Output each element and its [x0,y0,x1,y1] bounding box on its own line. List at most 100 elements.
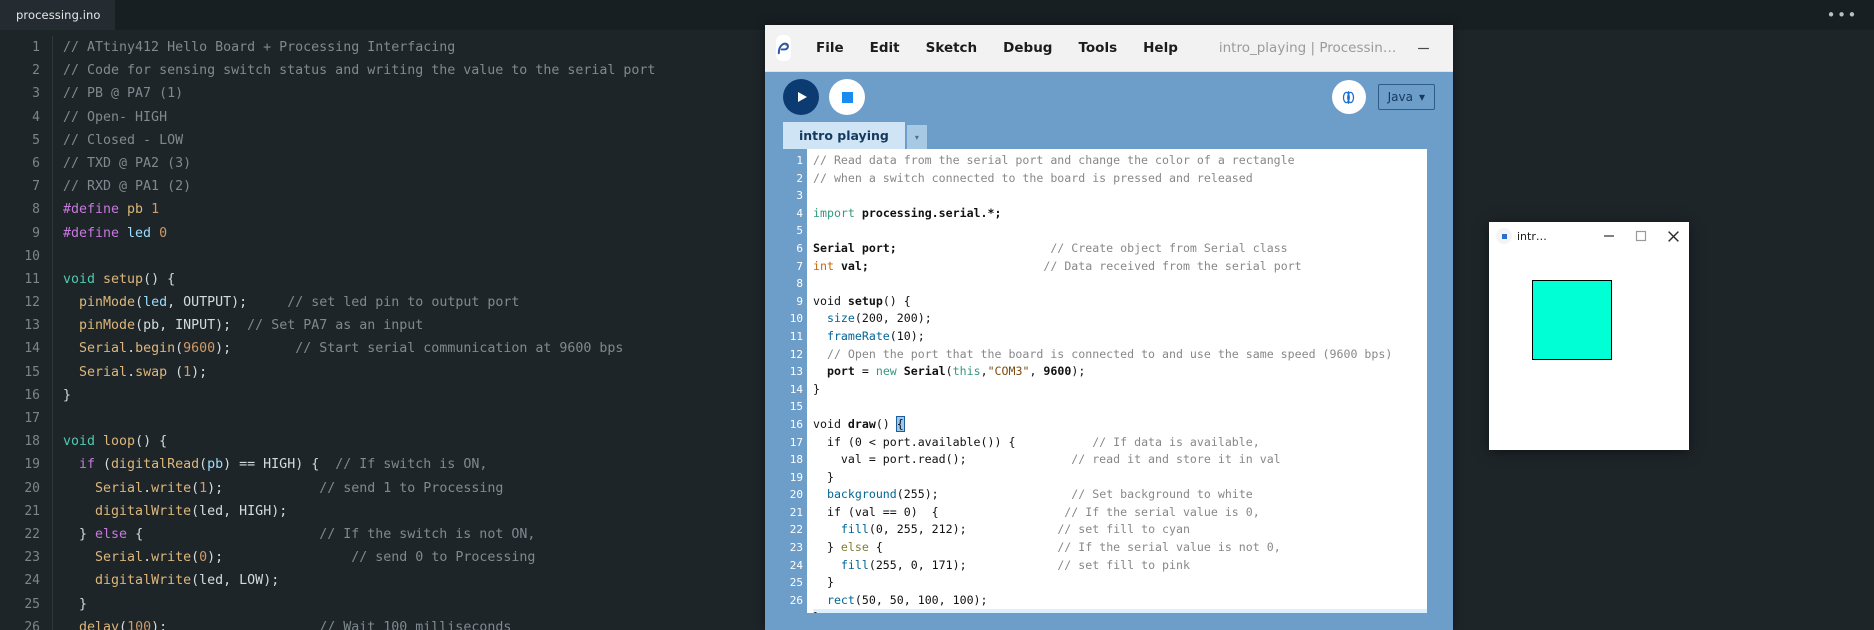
minimize-icon[interactable] [1593,222,1625,250]
processing-line-number: 9 [796,294,803,308]
mode-selector[interactable]: Java ▾ [1377,84,1435,110]
arduino-line-number: 8 [32,202,40,218]
arduino-line-number: 11 [24,271,40,287]
menu-help[interactable]: Help [1130,36,1191,60]
processing-title-bar[interactable]: File Edit Sketch Debug Tools Help intro_… [765,25,1453,72]
processing-line-number: 22 [789,523,803,537]
processing-code-lines[interactable]: // Read data from the serial port and ch… [807,149,1437,613]
sketch-output-window[interactable]: intr… [1489,222,1689,450]
processing-code-line [813,222,1437,240]
processing-code-line [813,398,1437,416]
processing-line-number: 24 [789,558,803,572]
processing-sketch-tabbar[interactable]: intro playing ▾ [765,122,1453,149]
menu-file[interactable]: File [803,36,857,60]
processing-code-wrap: 1 2 3 4 5 6 7 8 9 10 11 12 13 14 15 16 17 18 19 20 21 22 23 24 2… [765,149,1453,621]
processing-line-number: 8 [796,277,803,291]
arduino-line-number: 22 [24,526,40,542]
processing-vertical-scrollbar[interactable] [1427,149,1437,613]
toolbar-right-group: Java ▾ [1331,80,1435,114]
maximize-icon[interactable] [1450,25,1453,71]
run-button[interactable] [783,79,819,115]
processing-line-number: 2 [796,171,803,185]
processing-line-number: 7 [796,259,803,273]
menu-debug[interactable]: Debug [990,36,1065,60]
processing-line-number: 27 [781,609,803,613]
more-actions-icon[interactable]: ••• [1811,0,1874,30]
processing-code-line: if (0 < port.available()) { // If data i… [813,434,1260,449]
close-icon[interactable] [1657,222,1689,250]
arduino-line-number: 5 [32,132,40,148]
arduino-line-number: 12 [24,295,40,311]
arduino-line-number: 3 [32,86,40,102]
processing-code-line: Serial port; // Create object from Seria… [813,240,1288,255]
editor-tab-label: processing.ino [16,8,101,22]
processing-code-line: // Open the port that the board is conne… [826,346,1393,361]
processing-line-number: 13 [789,365,803,379]
arduino-line-number: 17 [24,411,40,426]
processing-toolbar[interactable]: Java ▾ [765,72,1453,122]
arduino-line-number: 7 [32,179,40,195]
arduino-line-number: 21 [24,503,40,519]
processing-code-line: port = new Serial(this,"COM3", 9600); [826,364,1086,379]
debugger-icon[interactable] [1331,80,1366,114]
processing-line-number: 21 [789,505,803,519]
menu-sketch[interactable]: Sketch [913,36,991,60]
processing-line-number: 14 [789,382,803,396]
processing-code-line: // when a switch connected to the board … [813,170,1253,185]
processing-code-line [813,275,1437,293]
processing-code-line: val = port.read(); // read it and store … [813,452,1281,467]
processing-code-line [813,187,1437,205]
processing-code-line: } [813,609,1437,613]
sketch-tab-intro-playing[interactable]: intro playing [783,122,905,149]
sketch-window-controls[interactable] [1593,222,1689,250]
processing-line-number: 25 [789,576,803,590]
sketch-title-bar[interactable]: intr… [1489,222,1689,250]
processing-line-number: 20 [789,488,803,502]
processing-code-line: } else { // If the serial value is not 0… [813,540,1281,555]
processing-code-line: } [813,381,820,396]
arduino-line-number: 10 [24,248,40,264]
processing-code-line: frameRate(10); [826,328,925,343]
processing-window-controls[interactable] [1396,25,1453,71]
processing-line-number: 23 [789,541,803,555]
processing-line-numbers: 1 2 3 4 5 6 7 8 9 10 11 12 13 14 15 16 17 18 19 20 21 22 23 24 2… [781,149,807,613]
arduino-line-number: 26 [24,619,40,630]
processing-code-line: fill(0, 255, 212); // set fill to cyan [840,522,1190,537]
processing-menubar[interactable]: File Edit Sketch Debug Tools Help [803,36,1191,60]
processing-code-line: } [813,575,834,590]
sketch-tab-menu-icon[interactable]: ▾ [906,125,927,149]
processing-code-line: } [813,469,834,484]
processing-window-title: intro_playing | Processin… [1218,40,1397,56]
processing-line-number: 5 [796,224,803,238]
menu-edit[interactable]: Edit [857,36,913,60]
arduino-line-number: 23 [24,550,40,566]
processing-status-bar [765,621,1453,630]
menu-tools[interactable]: Tools [1065,36,1130,60]
arduino-line-number: 4 [32,109,40,125]
processing-code-line: // Read data from the serial port and ch… [813,153,1295,167]
processing-code-line: import processing.serial.*; [813,205,1002,220]
editor-tab-processing-ino[interactable]: processing.ino [0,0,116,30]
processing-code-line: void setup() { [813,293,911,308]
arduino-line-number: 9 [32,225,40,241]
processing-ide-window[interactable]: File Edit Sketch Debug Tools Help intro_… [765,25,1453,630]
processing-line-number: 18 [789,453,803,467]
processing-line-number: 12 [789,347,803,361]
sketch-run-icon [1496,228,1512,244]
arduino-line-number: 16 [24,387,40,403]
processing-line-number: 3 [796,189,803,203]
stop-button[interactable] [829,79,865,115]
processing-code-line: fill(255, 0, 171); // set fill to pink [840,557,1190,572]
maximize-icon[interactable] [1625,222,1657,250]
processing-line-number: 6 [796,241,803,255]
arduino-line-number: 6 [32,155,40,171]
processing-code-editor[interactable]: 1 2 3 4 5 6 7 8 9 10 11 12 13 14 15 16 17 18 19 20 21 22 23 24 2… [781,149,1437,613]
arduino-line-number: 14 [24,341,40,357]
processing-logo-icon [776,35,791,61]
arduino-line-number: 13 [24,318,40,334]
arduino-line-number: 20 [24,480,40,496]
minimize-icon[interactable] [1396,25,1450,71]
sketch-canvas[interactable] [1489,250,1689,450]
play-icon [798,92,807,102]
processing-code-line: size(200, 200); [826,311,932,326]
